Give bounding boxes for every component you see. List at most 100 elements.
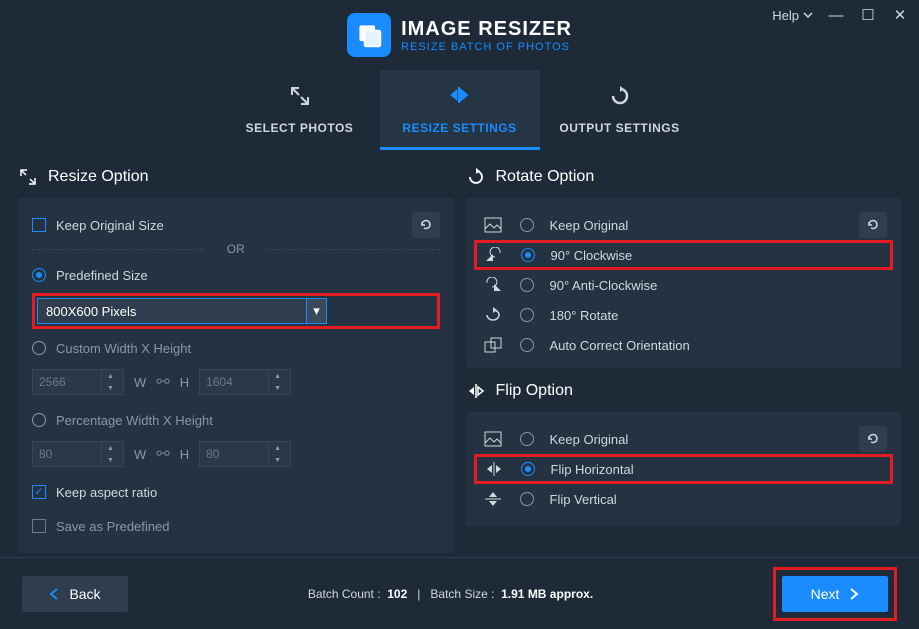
flip-header: Flip Option [496,382,573,400]
undo-icon [866,432,880,446]
spin-down[interactable]: ▼ [269,454,286,466]
back-button[interactable]: Back [22,576,128,612]
help-label: Help [772,8,799,23]
footer: Back Batch Count : 102 | Batch Size : 1.… [0,557,919,629]
auto-orient-icon [482,337,504,353]
keep-aspect-label: Keep aspect ratio [56,485,157,500]
rotate-cw-radio[interactable] [521,248,535,262]
batch-size-value: 1.91 MB approx. [501,587,593,601]
rotate-acw-label: 90° Anti-Clockwise [550,278,658,293]
custom-height-input[interactable]: ▲▼ [199,369,291,395]
tab-output-settings[interactable]: OUTPUT SETTINGS [540,70,700,150]
undo-icon [866,218,880,232]
flip-vertical-label: Flip Vertical [550,492,617,507]
rotate-acw-radio[interactable] [520,278,534,292]
percent-size-label: Percentage Width X Height [56,413,213,428]
save-predefined-label: Save as Predefined [56,519,169,534]
or-divider: OR [32,242,440,256]
flip-keep-radio[interactable] [520,432,534,446]
image-keep-icon [482,217,504,233]
link-icon: ⚯ [156,372,169,392]
undo-icon [419,218,433,232]
keep-aspect-checkbox[interactable] [32,485,46,499]
batch-count-value: 102 [387,587,407,601]
resize-header-icon [18,168,38,186]
rotate-keep-radio[interactable] [520,218,534,232]
rotate-180-radio[interactable] [520,308,534,322]
resize-panel: Resize Option Keep Original Size OR Pred… [18,162,454,553]
back-label: Back [69,586,100,602]
spin-down[interactable]: ▼ [269,382,286,394]
rotate-header: Rotate Option [496,168,595,186]
tab-resize-label: RESIZE SETTINGS [402,121,516,135]
spin-up[interactable]: ▲ [269,442,286,454]
highlight-flip-horizontal: Flip Horizontal [474,454,894,484]
predefined-size-value: 800X600 Pixels [46,304,136,319]
help-menu[interactable]: Help [772,8,813,23]
next-button[interactable]: Next [782,576,888,612]
spin-down[interactable]: ▼ [102,382,119,394]
image-keep-icon [482,431,504,447]
right-column: Rotate Option Keep Original 90° Clockwis… [466,162,902,553]
custom-width-field[interactable] [33,375,101,389]
spin-up[interactable]: ▲ [102,442,119,454]
mirror-icon [448,83,472,113]
separator: | [417,587,420,601]
batch-count-label: Batch Count : [308,587,381,601]
h-label: H [180,375,189,390]
predefined-size-select[interactable]: 800X600 Pixels ▾ [37,298,327,324]
custom-height-field[interactable] [200,375,268,389]
tab-select-photos[interactable]: SELECT PHOTOS [220,70,380,150]
footer-info: Batch Count : 102 | Batch Size : 1.91 MB… [308,587,593,601]
flip-vertical-radio[interactable] [520,492,534,506]
flip-horizontal-radio[interactable] [521,462,535,476]
next-label: Next [811,586,840,602]
keep-original-size-checkbox[interactable] [32,218,46,232]
reset-rotate-button[interactable] [859,212,887,238]
reset-flip-button[interactable] [859,426,887,452]
spin-up[interactable]: ▲ [269,370,286,382]
flip-keep-label: Keep Original [550,432,629,447]
rotate-180-icon [482,307,504,323]
percent-size-radio[interactable] [32,413,46,427]
custom-width-input[interactable]: ▲▼ [32,369,124,395]
window-controls: Help — ☐ ✕ [772,6,909,24]
flip-horizontal-icon [483,461,505,477]
spin-up[interactable]: ▲ [102,370,119,382]
save-predefined-checkbox[interactable] [32,519,46,533]
dropdown-arrow-icon: ▾ [306,299,326,323]
predefined-size-radio[interactable] [32,268,46,282]
percent-width-input[interactable]: ▲▼ [32,441,124,467]
flip-horizontal-label: Flip Horizontal [551,462,634,477]
app-subtitle: RESIZE BATCH OF PHOTOS [401,41,572,53]
highlight-next: Next [773,567,897,621]
spin-down[interactable]: ▼ [102,454,119,466]
w-label-2: W [134,447,146,462]
flip-header-icon [466,382,486,400]
reset-resize-button[interactable] [412,212,440,238]
percent-height-input[interactable]: ▲▼ [199,441,291,467]
minimize-button[interactable]: — [827,7,845,24]
rotate-180-label: 180° Rotate [550,308,619,323]
resize-header: Resize Option [48,168,149,186]
percent-height-field[interactable] [200,447,268,461]
rotate-cw-label: 90° Clockwise [551,248,633,263]
rotate-keep-label: Keep Original [550,218,629,233]
close-button[interactable]: ✕ [891,6,909,24]
tab-select-label: SELECT PHOTOS [246,121,354,135]
rotate-auto-label: Auto Correct Orientation [550,338,690,353]
percent-width-field[interactable] [33,447,101,461]
chevron-right-icon [849,588,859,600]
logo-block: IMAGE RESIZER RESIZE BATCH OF PHOTOS [347,13,572,57]
tab-resize-settings[interactable]: RESIZE SETTINGS [380,70,540,150]
highlight-predefined: 800X600 Pixels ▾ [32,293,440,329]
w-label: W [134,375,146,390]
title-bar: IMAGE RESIZER RESIZE BATCH OF PHOTOS Hel… [0,0,919,70]
h-label-2: H [180,447,189,462]
app-title: IMAGE RESIZER [401,18,572,41]
link-icon: ⚯ [156,444,169,464]
rotate-auto-radio[interactable] [520,338,534,352]
flip-vertical-icon [482,491,504,507]
maximize-button[interactable]: ☐ [859,6,877,24]
custom-size-radio[interactable] [32,341,46,355]
